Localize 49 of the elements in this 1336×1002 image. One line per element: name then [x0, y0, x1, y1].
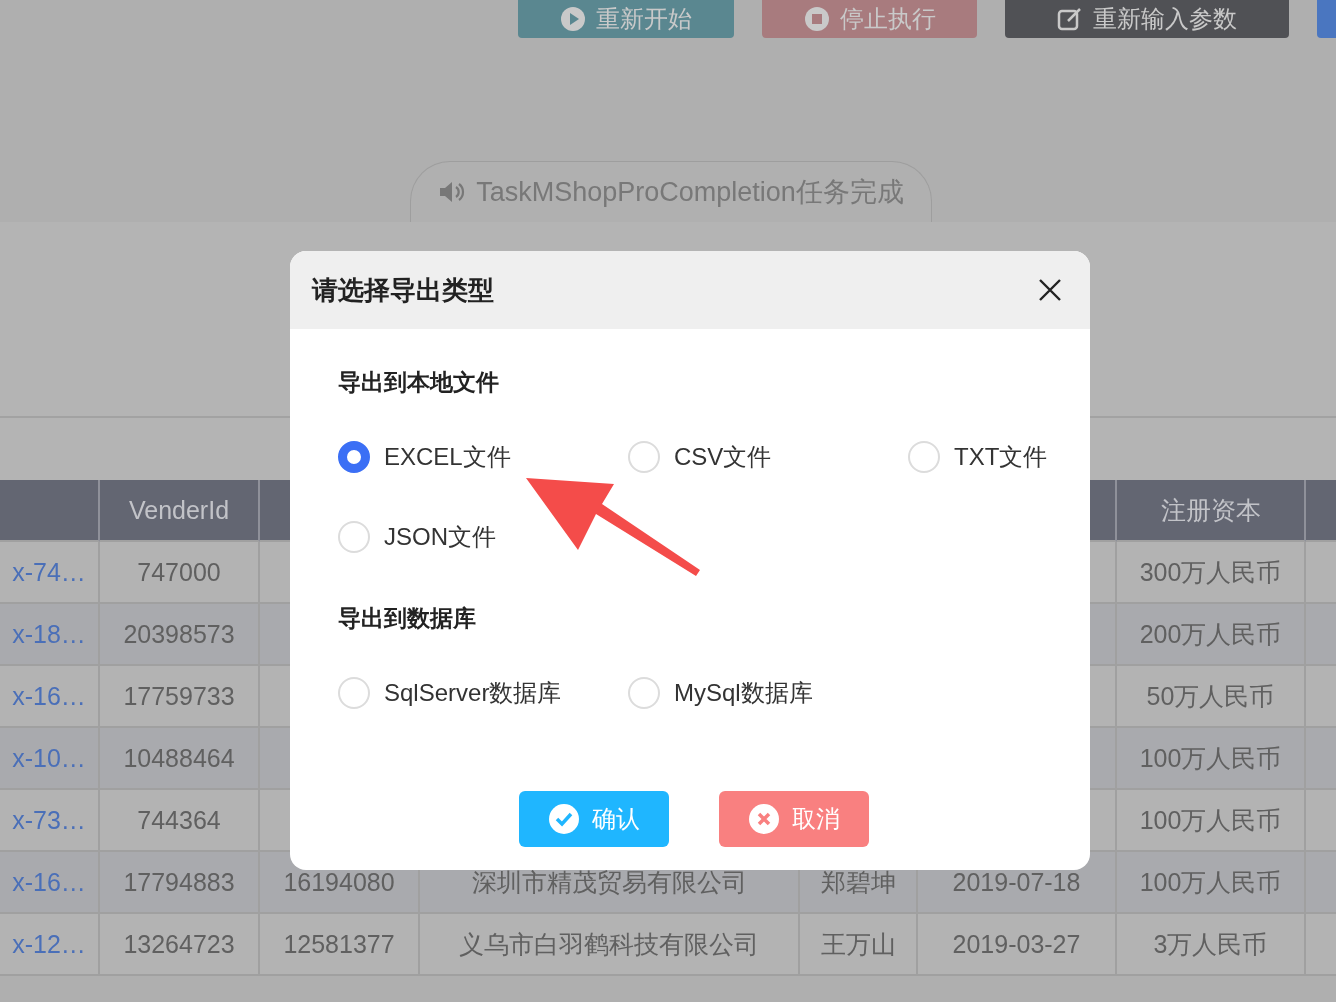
radio-option[interactable]: JSON文件 [338, 519, 628, 555]
table-cell: 10488464 [100, 728, 260, 790]
row-link[interactable]: x-74… [0, 542, 100, 604]
radio-option[interactable]: TXT文件 [908, 439, 1090, 475]
column-header: 注册资本 [1117, 480, 1306, 542]
table-cell: 17759733 [100, 666, 260, 728]
table-cell: 300万人民币 [1117, 542, 1306, 604]
table-cell: 3万人民币 [1117, 914, 1306, 976]
radio-option[interactable]: CSV文件 [628, 439, 908, 475]
table-cell: 20398573 [100, 604, 260, 666]
table-cell: 50万人民币 [1117, 666, 1306, 728]
cancel-button[interactable]: 取消 [719, 791, 869, 847]
table-cell: 12581377 [260, 914, 420, 976]
play-icon [560, 6, 586, 32]
table-cell: 744364 [100, 790, 260, 852]
row-link[interactable]: x-73… [0, 790, 100, 852]
radio-option[interactable]: EXCEL文件 [338, 439, 628, 475]
radio-option[interactable]: SqlServer数据库 [338, 675, 628, 711]
section-heading: 导出到数据库 [338, 604, 477, 633]
row-link[interactable]: x-18… [0, 604, 100, 666]
dialog-title: 请选择导出类型 [312, 273, 494, 307]
toolbar-button[interactable]: 重新开始 [518, 0, 734, 38]
row-link[interactable]: x-10… [0, 728, 100, 790]
close-circle-icon [748, 803, 780, 835]
column-header: VenderId [100, 480, 260, 542]
edit-icon [1057, 6, 1083, 32]
row-link[interactable]: x-16… [0, 852, 100, 914]
radio-button[interactable] [338, 441, 370, 473]
table-cell: 200万人民币 [1117, 604, 1306, 666]
speaker-icon [438, 180, 467, 204]
check-circle-icon [548, 803, 580, 835]
table-cell: 747000 [100, 542, 260, 604]
table-cell: 100万人民币 [1117, 790, 1306, 852]
table-cell: 2019-03-27 [918, 914, 1117, 976]
notice-text: TaskMShopProCompletion任务完成 [476, 176, 904, 209]
section-heading: 导出到本地文件 [338, 368, 500, 397]
table-cell: 王万山 [800, 914, 918, 976]
table-cell: 义乌市白羽鹤科技有限公司 [420, 914, 800, 976]
row-link[interactable]: x-16… [0, 666, 100, 728]
table-cell: 17794883 [100, 852, 260, 914]
table-cell: 13264723 [100, 914, 260, 976]
row-link[interactable]: x-12… [0, 914, 100, 976]
confirm-button[interactable]: 确认 [519, 791, 669, 847]
radio-option[interactable]: MySql数据库 [628, 675, 908, 711]
table-cell: 100万人民币 [1117, 728, 1306, 790]
toolbar-button[interactable]: 停止执行 [762, 0, 977, 38]
toolbar-button[interactable]: 重新输入参数 [1005, 0, 1289, 38]
stop-icon [803, 6, 830, 32]
table-cell: 100万人民币 [1117, 852, 1306, 914]
